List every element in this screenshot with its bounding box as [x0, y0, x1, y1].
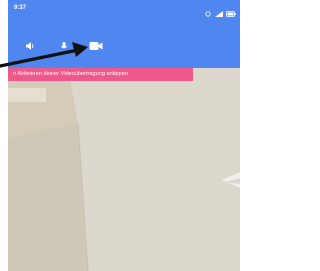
screenshot-stage: 9:37 n Aktivieren deiner Videoübertragun…	[0, 0, 244, 271]
camera-preview	[8, 68, 240, 271]
speaker-icon[interactable]	[22, 38, 38, 54]
left-margin	[0, 0, 8, 271]
hint-banner[interactable]: n Aktivieren deiner Videoübertragung ant…	[8, 68, 193, 81]
signal-icon	[215, 4, 223, 17]
video-camera-icon[interactable]	[88, 38, 104, 54]
paper-plane-object	[222, 172, 240, 188]
status-bar: 9:37	[8, 0, 240, 17]
alarm-icon	[204, 4, 212, 17]
right-margin	[240, 0, 244, 271]
status-time: 9:37	[14, 5, 27, 11]
microphone-icon[interactable]	[56, 38, 72, 54]
app-bar: 9:37	[8, 0, 240, 68]
call-toolbar	[8, 38, 240, 58]
status-icons	[204, 4, 236, 17]
phone-screen: 9:37 n Aktivieren deiner Videoübertragun…	[8, 0, 240, 271]
battery-icon	[226, 4, 236, 17]
